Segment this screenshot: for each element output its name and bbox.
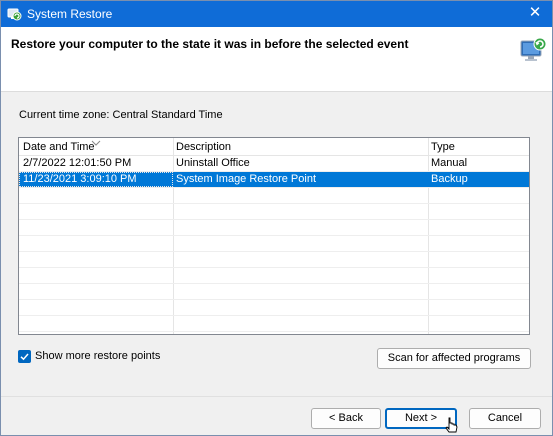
table-row[interactable]: 2/7/2022 12:01:50 PM Uninstall Office Ma… <box>19 156 529 172</box>
timezone-label: Current time zone: Central Standard Time <box>19 109 223 121</box>
empty-row <box>19 284 529 300</box>
empty-row <box>19 220 529 236</box>
close-button[interactable]: ✕ <box>518 1 552 27</box>
table-row-selected[interactable]: 11/23/2021 3:09:10 PM System Image Resto… <box>19 172 529 188</box>
back-button[interactable]: < Back <box>311 408 381 429</box>
header-instruction: Restore your computer to the state it wa… <box>11 37 409 51</box>
restore-points-list[interactable]: Date and Time Description Type 2/7/2022 … <box>18 137 530 335</box>
scan-affected-programs-button[interactable]: Scan for affected programs <box>377 348 531 369</box>
sort-descending-icon <box>91 138 101 146</box>
empty-row <box>19 268 529 284</box>
column-description[interactable]: Description <box>176 141 231 153</box>
title-bar[interactable]: System Restore ✕ <box>1 1 552 27</box>
cancel-button[interactable]: Cancel <box>469 408 541 429</box>
column-type[interactable]: Type <box>431 141 455 153</box>
system-restore-icon <box>6 6 22 22</box>
empty-row <box>19 188 529 204</box>
row-date: 2/7/2022 12:01:50 PM <box>23 157 132 169</box>
row-description: Uninstall Office <box>176 157 250 169</box>
row-date: 11/23/2021 3:09:10 PM <box>19 172 173 187</box>
system-restore-window: System Restore ✕ Restore your computer t… <box>0 0 553 436</box>
column-date-time[interactable]: Date and Time <box>23 141 95 153</box>
content-area: Current time zone: Central Standard Time… <box>1 92 552 396</box>
show-more-checkbox[interactable] <box>18 350 31 363</box>
list-header: Date and Time Description Type <box>19 138 529 156</box>
mouse-cursor-icon <box>445 417 459 435</box>
empty-row <box>19 316 529 332</box>
empty-row <box>19 252 529 268</box>
checkmark-icon <box>20 353 29 361</box>
row-type: Backup <box>431 173 468 185</box>
header-panel: Restore your computer to the state it wa… <box>1 27 552 92</box>
computer-restore-icon <box>518 35 548 67</box>
empty-row <box>19 300 529 316</box>
show-more-label[interactable]: Show more restore points <box>35 350 160 362</box>
empty-row <box>19 236 529 252</box>
row-description: System Image Restore Point <box>176 173 317 185</box>
empty-row <box>19 204 529 220</box>
button-bar: < Back Next > Cancel <box>1 396 552 435</box>
window-title: System Restore <box>27 7 113 21</box>
row-type: Manual <box>431 157 468 169</box>
close-icon: ✕ <box>528 4 542 21</box>
